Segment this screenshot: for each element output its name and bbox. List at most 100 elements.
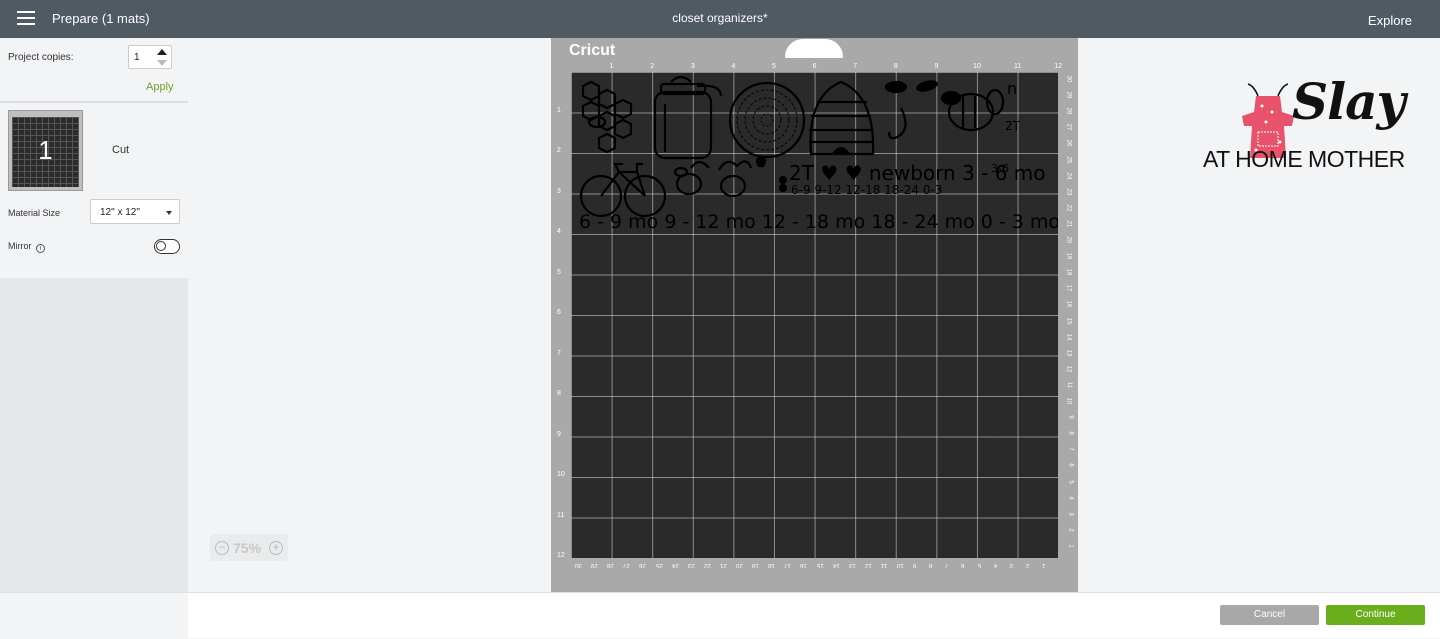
- design-text-line2: 6-9 9-12 12-18 18-24 0-3: [791, 183, 942, 197]
- design-text-n: n: [1007, 79, 1017, 98]
- continue-button[interactable]: Continue: [1326, 605, 1425, 625]
- cancel-button[interactable]: Cancel: [1220, 605, 1319, 625]
- dot-icon-2: [778, 183, 788, 193]
- ruler-bottom-label: 11: [880, 562, 888, 568]
- watermark-title: Slay: [1292, 72, 1406, 131]
- ruler-bottom-label: 30: [575, 562, 582, 568]
- ruler-right-label: 30: [1065, 75, 1072, 83]
- ruler-bottom-label: 28: [607, 562, 614, 568]
- ruler-bottom-label: 15: [816, 562, 824, 568]
- ruler-right: 30 29 28 27 26 25 24 23 22 21 20 19 18 17 16 15 14 13 12 11…: [1060, 72, 1074, 558]
- ruler-bottom-label: 16: [800, 562, 808, 568]
- left-panel: Project copies: 1 Apply 1 Cut Material S…: [0, 38, 188, 592]
- ruler-bottom-label: 7: [945, 562, 949, 568]
- project-copies-input[interactable]: 1: [128, 45, 172, 69]
- ruler-bottom-label: 8: [929, 562, 933, 568]
- ruler-left-label: 4: [557, 228, 561, 235]
- ruler-bottom-label: 26: [639, 562, 647, 568]
- page-title: Prepare (1 mats): [52, 11, 150, 26]
- ruler-left-label: 10: [557, 471, 565, 478]
- menu-icon[interactable]: [17, 11, 35, 25]
- apply-button[interactable]: Apply: [146, 81, 174, 93]
- ruler-left-label: 2: [557, 147, 561, 154]
- ruler-right-label: 17: [1065, 284, 1072, 292]
- ruler-bottom-label: 21: [719, 562, 727, 568]
- honey-jar-icon: [653, 75, 723, 160]
- ruler-bottom-label: 12: [864, 562, 872, 568]
- mat-cut-label: Cut: [112, 144, 130, 156]
- ruler-right-label: 28: [1065, 107, 1072, 115]
- material-size-label: Material Size: [8, 208, 61, 218]
- chevron-down-icon: [166, 211, 172, 215]
- ruler-right-label: 4: [1067, 495, 1074, 500]
- ruler-right-label: 19: [1065, 252, 1072, 260]
- explore-button[interactable]: Explore: [1368, 13, 1412, 28]
- ruler-top-label: 4: [731, 63, 736, 70]
- cutting-mat: Cricut 1 2 3 4 5 6 7 8 9 10 11 12 1 2 3 4 5 6 7 8 9 10 11 12: [551, 38, 1078, 592]
- footer-bar: Cancel Continue: [0, 592, 1440, 639]
- mat-thumbnail[interactable]: 1: [8, 110, 83, 191]
- ruler-bottom-label: 23: [687, 562, 695, 568]
- ruler-right-label: 12: [1065, 365, 1072, 373]
- zoom-in-icon[interactable]: +: [269, 541, 283, 555]
- divider: [0, 101, 188, 103]
- mat-grid[interactable]: 2T ♥ ♥ newborn 3 - 6 mo 3-6 6-9 9-12 12-…: [571, 72, 1058, 558]
- mat-handle: [785, 39, 843, 58]
- ruler-bottom-label: 10: [897, 562, 904, 568]
- ruler-right-label: 27: [1065, 123, 1072, 131]
- ruler-bottom-label: 18: [768, 562, 775, 568]
- watermark-subtitle: AT HOME MOTHER: [1203, 146, 1405, 172]
- toggle-knob: [156, 241, 166, 251]
- zoom-level: 75%: [233, 540, 262, 556]
- ruler-right-label: 7: [1067, 447, 1074, 451]
- honeycomb-circle-icon: [728, 81, 806, 159]
- ruler-right-label: 8: [1067, 431, 1074, 435]
- ruler-bottom: 30 29 28 27 26 25 24 23 22 21 20 19 18 17 16 15 14 13 12 11…: [571, 562, 1058, 572]
- document-title: closet organizers*: [672, 11, 768, 25]
- ruler-right-label: 25: [1065, 156, 1072, 163]
- material-size-select[interactable]: 12" x 12": [90, 199, 180, 224]
- ruler-left-label: 9: [557, 430, 561, 438]
- ruler-top-label: 2: [650, 63, 655, 70]
- ruler-right-label: 13: [1065, 349, 1072, 357]
- ruler-right-label: 21: [1065, 220, 1072, 228]
- ruler-left-label: 1: [557, 106, 561, 114]
- ruler-bottom-label: 2: [1025, 562, 1030, 568]
- ruler-top-label: 11: [1013, 63, 1022, 70]
- ruler-bottom-label: 14: [832, 562, 840, 568]
- footer-left-panel: [0, 593, 188, 639]
- ruler-top-label: 3: [690, 63, 695, 70]
- decrement-arrow-icon[interactable]: [157, 60, 167, 66]
- ruler-left-label: 12: [557, 552, 565, 559]
- small-bees-icon: [673, 160, 753, 198]
- design-artwork[interactable]: 2T ♥ ♥ newborn 3 - 6 mo 3-6 6-9 9-12 12-…: [571, 72, 1058, 558]
- info-icon[interactable]: i: [36, 244, 46, 253]
- mirror-label-text: Mirror: [8, 241, 32, 251]
- bee-swirl-icon: [884, 80, 938, 140]
- ruler-right-label: 6: [1067, 463, 1074, 468]
- ruler-right-label: 15: [1065, 317, 1072, 324]
- ruler-right-label: 9: [1067, 415, 1074, 419]
- mat-settings-panel: Project copies: 1 Apply 1 Cut Material S…: [0, 38, 188, 278]
- ruler-right-label: 16: [1065, 301, 1072, 308]
- ruler-right-label: 20: [1065, 236, 1072, 244]
- ruler-right-label: 18: [1065, 268, 1072, 276]
- increment-arrow-icon[interactable]: [157, 49, 167, 55]
- ruler-top-label: 6: [812, 63, 817, 70]
- ruler-top-label: 1: [609, 63, 614, 70]
- ruler-bottom-label: 22: [703, 562, 711, 568]
- cricut-logo: Cricut: [569, 42, 616, 59]
- ruler-bottom-label: 17: [784, 562, 791, 568]
- ruler-bottom-label: 24: [671, 562, 679, 568]
- zoom-out-icon[interactable]: −: [215, 541, 229, 555]
- design-text-2t: 2T: [1005, 119, 1021, 133]
- ruler-left-label: 7: [557, 349, 561, 357]
- ruler-right-label: 2: [1067, 528, 1074, 532]
- zoom-control: − 75% +: [210, 534, 288, 561]
- mirror-toggle[interactable]: [154, 239, 180, 254]
- ruler-right-label: 24: [1065, 172, 1072, 179]
- ruler-right-label: 11: [1065, 381, 1072, 389]
- ruler-left-label: 5: [557, 268, 561, 276]
- bee-icon: [940, 88, 1005, 132]
- project-copies-value: 1: [134, 52, 140, 63]
